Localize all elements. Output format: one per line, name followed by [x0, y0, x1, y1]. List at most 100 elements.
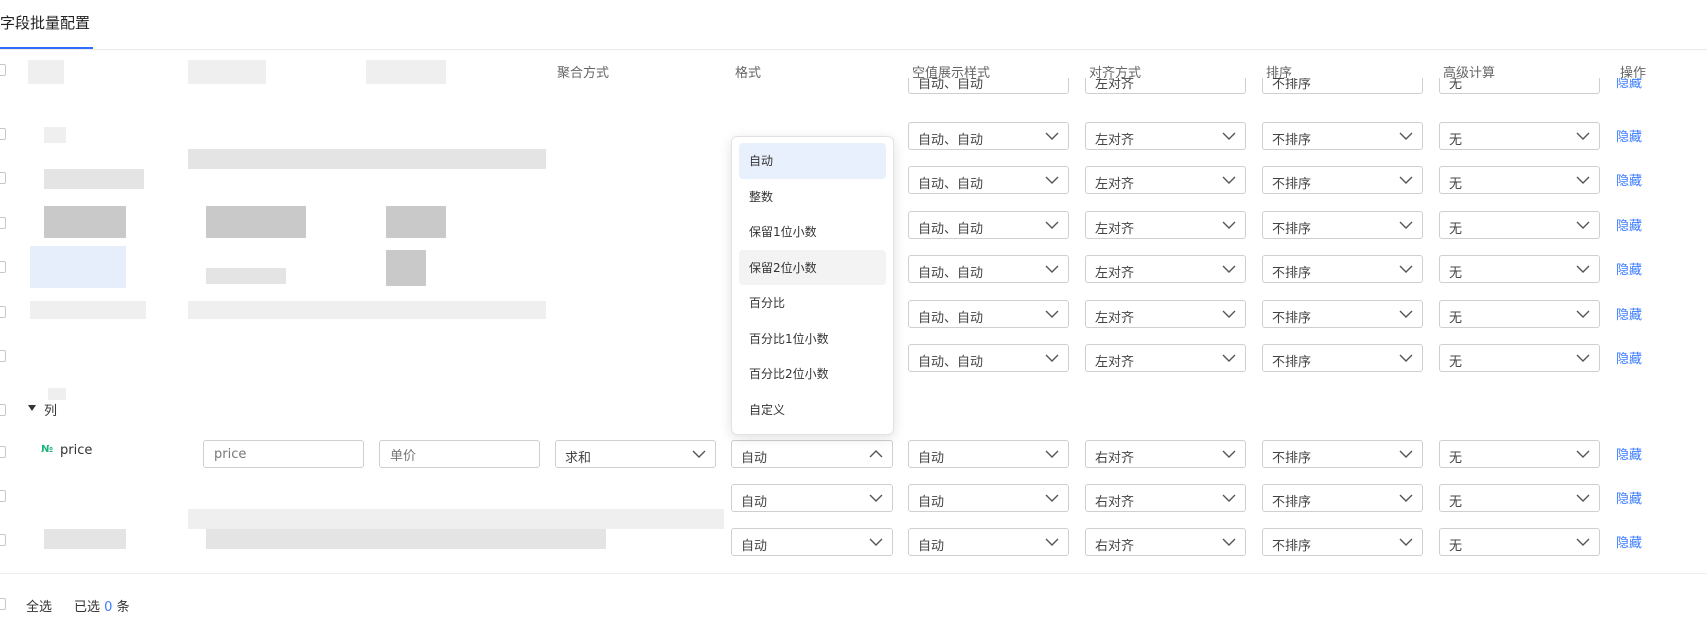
hide-link[interactable]: 隐藏 [1616, 170, 1642, 189]
chevron-down-icon [1576, 537, 1590, 547]
null-display-select[interactable]: 自动、自动 [908, 211, 1069, 239]
chevron-down-icon [1399, 220, 1413, 230]
null-display-select[interactable]: 自动 [908, 484, 1069, 512]
aggregation-select[interactable]: 求和 [555, 440, 716, 468]
alignment-select[interactable]: 左对齐 [1085, 300, 1246, 328]
alignment-select[interactable]: 左对齐 [1085, 344, 1246, 372]
alignment-select[interactable]: 右对齐 [1085, 440, 1246, 468]
sort-select[interactable]: 不排序 [1262, 300, 1423, 328]
chevron-down-icon [1222, 264, 1236, 274]
sort-select[interactable]: 不排序 [1262, 255, 1423, 283]
advanced-select[interactable]: 无 [1439, 166, 1600, 194]
sort-select[interactable]: 不排序 [1262, 344, 1423, 372]
row-checkbox[interactable] [0, 490, 6, 502]
chevron-down-icon [1222, 353, 1236, 363]
redacted-cell [44, 529, 126, 549]
row-checkbox[interactable] [0, 172, 6, 184]
header-checkbox[interactable] [0, 64, 6, 76]
hide-link[interactable]: 隐藏 [1616, 78, 1642, 91]
chevron-down-icon [1576, 309, 1590, 319]
format-select[interactable]: 自动 [731, 440, 893, 468]
group-checkbox[interactable] [0, 404, 6, 416]
advanced-select[interactable]: 无 [1439, 300, 1600, 328]
redacted-cell [44, 127, 66, 143]
hide-link[interactable]: 隐藏 [1616, 348, 1642, 367]
advanced-select[interactable]: 无 [1439, 122, 1600, 150]
alignment-select[interactable]: 左对齐 [1085, 78, 1246, 94]
row-checkbox[interactable] [0, 350, 6, 362]
format-option-integer[interactable]: 整数 [739, 179, 886, 215]
chevron-down-icon [1222, 175, 1236, 185]
field-alias-input[interactable] [379, 440, 540, 468]
alignment-select[interactable]: 左对齐 [1085, 211, 1246, 239]
hide-link[interactable]: 隐藏 [1616, 259, 1642, 278]
hide-link[interactable]: 隐藏 [1616, 488, 1642, 507]
field-name: price [60, 443, 93, 458]
caret-down-icon[interactable] [28, 405, 36, 411]
row-checkbox[interactable] [0, 128, 6, 140]
format-select[interactable]: 自动 [731, 528, 893, 556]
tab-field-batch-config[interactable]: 字段批量配置 [0, 12, 90, 33]
advanced-select[interactable]: 无 [1439, 440, 1600, 468]
row-checkbox[interactable] [0, 217, 6, 229]
field-name-input[interactable] [203, 440, 364, 468]
format-option-1-decimal[interactable]: 保留1位小数 [739, 214, 886, 250]
advanced-select[interactable]: 无 [1439, 344, 1600, 372]
advanced-select[interactable]: 无 [1439, 211, 1600, 239]
sort-select[interactable]: 不排序 [1262, 78, 1423, 94]
advanced-select[interactable]: 无 [1439, 78, 1600, 94]
chevron-down-icon [1576, 493, 1590, 503]
format-option-percent[interactable]: 百分比 [739, 285, 886, 321]
chevron-down-icon [869, 493, 883, 503]
hide-link[interactable]: 隐藏 [1616, 215, 1642, 234]
chevron-down-icon [1222, 131, 1236, 141]
row-checkbox[interactable] [0, 306, 6, 318]
sort-select[interactable]: 不排序 [1262, 484, 1423, 512]
hide-link[interactable]: 隐藏 [1616, 532, 1642, 551]
redacted-cell [48, 388, 66, 400]
chevron-down-icon [1399, 537, 1413, 547]
sort-select[interactable]: 不排序 [1262, 440, 1423, 468]
row-checkbox[interactable] [0, 446, 6, 458]
redacted-cell [44, 169, 144, 189]
alignment-select[interactable]: 右对齐 [1085, 528, 1246, 556]
chevron-down-icon [1576, 449, 1590, 459]
null-display-select[interactable]: 自动、自动 [908, 344, 1069, 372]
hide-link[interactable]: 隐藏 [1616, 126, 1642, 145]
chevron-down-icon [1222, 537, 1236, 547]
advanced-select[interactable]: 无 [1439, 484, 1600, 512]
sort-select[interactable]: 不排序 [1262, 166, 1423, 194]
alignment-select[interactable]: 左对齐 [1085, 255, 1246, 283]
alignment-select[interactable]: 左对齐 [1085, 166, 1246, 194]
alignment-select[interactable]: 右对齐 [1085, 484, 1246, 512]
sort-select[interactable]: 不排序 [1262, 211, 1423, 239]
format-option-percent-2-decimal[interactable]: 百分比2位小数 [739, 356, 886, 392]
null-display-select[interactable]: 自动、自动 [908, 122, 1069, 150]
format-option-percent-1-decimal[interactable]: 百分比1位小数 [739, 321, 886, 357]
format-option-auto[interactable]: 自动 [739, 143, 886, 179]
format-option-custom[interactable]: 自定义 [739, 392, 886, 428]
format-option-2-decimal[interactable]: 保留2位小数 [739, 249, 886, 285]
chevron-down-icon [869, 537, 883, 547]
null-display-select[interactable]: 自动、自动 [908, 255, 1069, 283]
select-all-checkbox[interactable] [0, 598, 6, 610]
null-display-select[interactable]: 自动、自动 [908, 166, 1069, 194]
null-display-select[interactable]: 自动 [908, 528, 1069, 556]
alignment-select[interactable]: 左对齐 [1085, 122, 1246, 150]
hide-link[interactable]: 隐藏 [1616, 304, 1642, 323]
select-all-label[interactable]: 全选 [26, 596, 52, 615]
advanced-select[interactable]: 无 [1439, 255, 1600, 283]
null-display-select[interactable]: 自动 [908, 440, 1069, 468]
format-dropdown: 自动 整数 保留1位小数 保留2位小数 百分比 百分比1位小数 百分比2位小数 … [731, 136, 894, 435]
null-display-select[interactable]: 自动、自动 [908, 300, 1069, 328]
hide-link[interactable]: 隐藏 [1616, 444, 1642, 463]
row-checkbox[interactable] [0, 261, 6, 273]
null-display-select[interactable]: 自动、自动 [908, 78, 1069, 94]
sort-select[interactable]: 不排序 [1262, 528, 1423, 556]
format-select[interactable]: 自动 [731, 484, 893, 512]
chevron-down-icon [1399, 493, 1413, 503]
row-checkbox[interactable] [0, 534, 6, 546]
chevron-down-icon [1399, 175, 1413, 185]
sort-select[interactable]: 不排序 [1262, 122, 1423, 150]
advanced-select[interactable]: 无 [1439, 528, 1600, 556]
